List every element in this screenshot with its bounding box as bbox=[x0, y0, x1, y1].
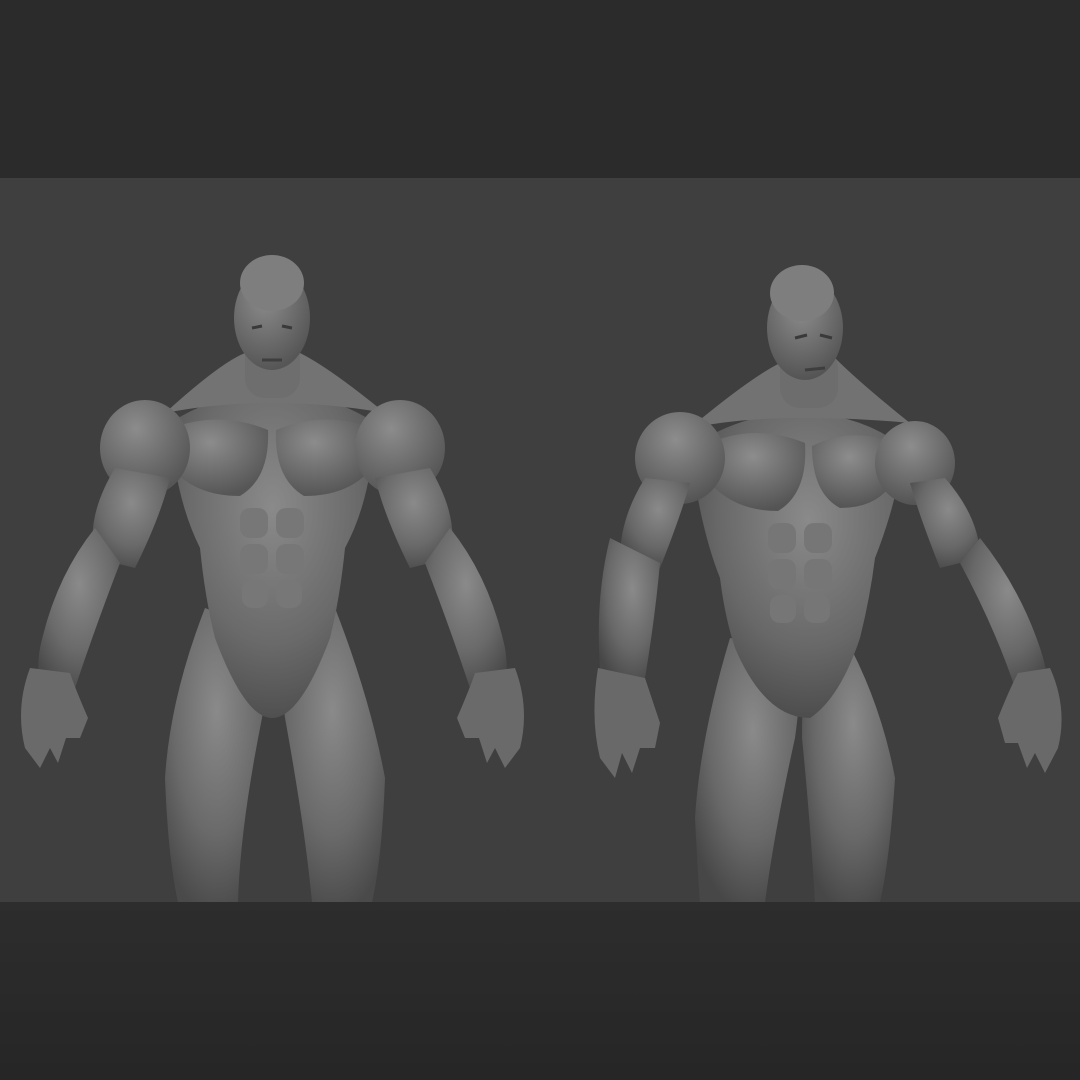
three-quarter-view-render bbox=[540, 178, 1080, 902]
front-view-render bbox=[0, 178, 540, 902]
front-view-figure bbox=[21, 255, 524, 902]
three-quarter-view-figure bbox=[594, 265, 1062, 902]
sculpt-viewport bbox=[0, 178, 1080, 902]
top-letterbox-band bbox=[0, 0, 1080, 178]
image-frame bbox=[0, 0, 1080, 1080]
bottom-letterbox-band bbox=[0, 902, 1080, 1080]
